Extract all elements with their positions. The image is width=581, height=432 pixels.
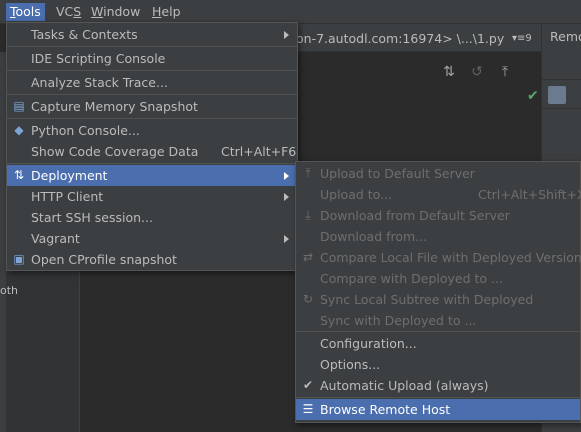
menu-item-start-ssh-session[interactable]: Start SSH session... — [7, 207, 297, 228]
menu-item-label: Browse Remote Host — [320, 402, 451, 417]
menu-separator — [296, 397, 580, 398]
menu-item-browse-remote-host[interactable]: ☰ Browse Remote Host — [296, 399, 580, 420]
menu-item-python-console[interactable]: ◆ Python Console... — [7, 120, 297, 141]
menu-item-show-code-coverage-data[interactable]: Show Code Coverage Data Ctrl+Alt+F6 — [7, 141, 297, 162]
menu-item-download-from-default-server[interactable]: ⤓ Download from Default Server — [296, 205, 580, 226]
menu-item-label: Open CProfile snapshot — [31, 252, 177, 267]
tools-menu: Tasks & Contexts IDE Scripting Console Ana… — [6, 22, 298, 271]
menu-item-label: Upload to Default Server — [320, 166, 475, 181]
menu-item-label: Vagrant — [31, 231, 80, 246]
menu-item-label: Tasks & Contexts — [31, 27, 138, 42]
python-icon: ◆ — [14, 123, 24, 137]
menu-tools[interactable]: Tools — [6, 3, 45, 21]
submenu-arrow-icon — [284, 193, 289, 201]
memory-snapshot-icon: ▤ — [13, 99, 25, 113]
menu-item-label: Automatic Upload (always) — [320, 378, 489, 393]
menu-bar: Tools VCS Window Help — [0, 0, 581, 24]
menu-separator — [7, 118, 297, 119]
menu-item-label: Download from Default Server — [320, 208, 510, 223]
menu-item-tasks-contexts[interactable]: Tasks & Contexts — [7, 24, 297, 45]
menu-item-label: Sync with Deployed to ... — [320, 313, 477, 328]
menu-item-upload-to[interactable]: Upload to... Ctrl+Alt+Shift+X — [296, 184, 581, 205]
menu-item-capture-memory-snapshot[interactable]: ▤ Capture Memory Snapshot — [7, 96, 297, 117]
menu-item-open-cprofile-snapshot[interactable]: ▣ Open CProfile snapshot — [7, 249, 297, 270]
shortcut-label: Ctrl+Alt+Shift+X — [478, 187, 581, 202]
menu-item-label: Upload to... — [320, 187, 393, 202]
menu-item-ide-scripting-console[interactable]: IDE Scripting Console — [7, 48, 297, 69]
sync-arrows-icon[interactable]: ⇅ — [441, 64, 457, 80]
menu-separator — [7, 46, 297, 47]
shortcut-label: Ctrl+Alt+F6 — [221, 144, 297, 159]
download-icon: ⤓ — [305, 208, 311, 222]
menu-item-vagrant[interactable]: Vagrant — [7, 228, 297, 249]
side-text: oth — [0, 284, 19, 297]
menu-item-label: Start SSH session... — [31, 210, 153, 225]
menu-item-download-from[interactable]: Download from... — [296, 226, 580, 247]
menu-item-label: Show Code Coverage Data — [31, 144, 199, 159]
menu-item-label: Options... — [320, 357, 381, 372]
checkmark-icon: ✔ — [302, 378, 314, 392]
menu-item-label: HTTP Client — [31, 189, 104, 204]
menu-item-compare-with-deployed-to[interactable]: Compare with Deployed to ... — [296, 268, 580, 289]
menu-item-label: Deployment — [31, 168, 108, 183]
menu-item-deployment[interactable]: ⇅ Deployment — [7, 165, 297, 186]
remote-panel-title: Remo — [550, 29, 581, 44]
menu-item-label: Capture Memory Snapshot — [31, 99, 198, 114]
server-icon — [548, 86, 566, 104]
deployment-submenu: ⤒ Upload to Default Server Upload to... Ctr… — [295, 161, 581, 423]
menu-item-label: IDE Scripting Console — [31, 51, 166, 66]
menu-item-compare-local-file-with-deployed-version[interactable]: ⇄ Compare Local File with Deployed Versio… — [296, 247, 581, 268]
menu-separator — [7, 163, 297, 164]
submenu-arrow-icon — [284, 172, 289, 180]
tab-list-button[interactable]: ▾≡9 — [512, 28, 532, 50]
menu-item-upload-to-default-server[interactable]: ⤒ Upload to Default Server — [296, 163, 580, 184]
upload-icon: ⤒ — [305, 166, 311, 180]
menu-item-sync-with-deployed-to[interactable]: Sync with Deployed to ... — [296, 310, 580, 331]
submenu-arrow-icon — [284, 31, 289, 39]
menu-vcs[interactable]: VCS — [52, 3, 85, 21]
menu-item-options[interactable]: Options... — [296, 354, 580, 375]
menu-item-automatic-upload-always[interactable]: ✔ Automatic Upload (always) — [296, 375, 580, 396]
menu-item-label: Analyze Stack Trace... — [31, 75, 168, 90]
upload-top-icon[interactable]: ⤒ — [497, 64, 513, 80]
menu-separator — [7, 94, 297, 95]
undo-icon[interactable]: ↺ — [469, 64, 485, 80]
menu-item-analyze-stack-trace[interactable]: Analyze Stack Trace... — [7, 72, 297, 93]
checkmark-icon: ✔ — [527, 88, 539, 104]
remote-host-toolbar — [542, 79, 581, 109]
menu-item-label: Compare Local File with Deployed Version — [320, 250, 581, 265]
submenu-arrow-icon — [284, 235, 289, 243]
remote-host-icon: ☰ — [302, 402, 314, 416]
editor-tab-bar: on-7.autodl.com:16974> \...\1.py ▾≡9 — [296, 24, 541, 52]
menu-separator — [7, 70, 297, 71]
compare-icon: ⇄ — [302, 250, 314, 264]
menu-item-label: Python Console... — [31, 123, 140, 138]
sync-icon: ↻ — [302, 292, 314, 306]
cprofile-icon: ▣ — [13, 252, 25, 266]
menu-item-label: Download from... — [320, 229, 428, 244]
menu-separator — [296, 331, 580, 332]
menu-item-configuration[interactable]: Configuration... — [296, 333, 580, 354]
menu-window[interactable]: Window — [87, 3, 144, 21]
menu-item-label: Configuration... — [320, 336, 417, 351]
menu-item-sync-local-subtree-with-deployed[interactable]: ↻ Sync Local Subtree with Deployed — [296, 289, 580, 310]
menu-item-label: Sync Local Subtree with Deployed — [320, 292, 534, 307]
menu-item-label: Compare with Deployed to ... — [320, 271, 503, 286]
menu-help[interactable]: Help — [148, 3, 185, 21]
deployment-icon: ⇅ — [13, 168, 25, 182]
menu-item-http-client[interactable]: HTTP Client — [7, 186, 297, 207]
editor-tab-1py[interactable]: on-7.autodl.com:16974> \...\1.py — [296, 28, 512, 50]
editor-toolbar: ⇅ ↺ ⤒ — [296, 52, 541, 92]
